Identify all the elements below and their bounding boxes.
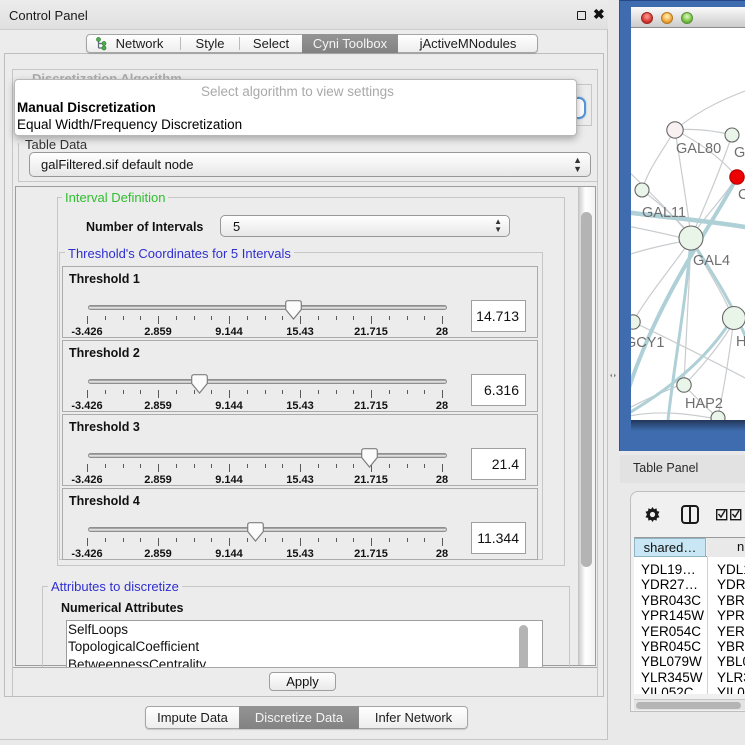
svg-text:GAL11: GAL11 bbox=[642, 205, 686, 221]
svg-text:HAP2: HAP2 bbox=[685, 396, 723, 412]
svg-text:GCY1: GCY1 bbox=[631, 335, 665, 351]
svg-text:GAL80: GAL80 bbox=[676, 141, 721, 157]
svg-text:GAL4: GAL4 bbox=[693, 253, 730, 269]
svg-text:GA: GA bbox=[734, 145, 745, 161]
svg-text:C: C bbox=[738, 187, 745, 203]
svg-text:H: H bbox=[736, 334, 745, 350]
